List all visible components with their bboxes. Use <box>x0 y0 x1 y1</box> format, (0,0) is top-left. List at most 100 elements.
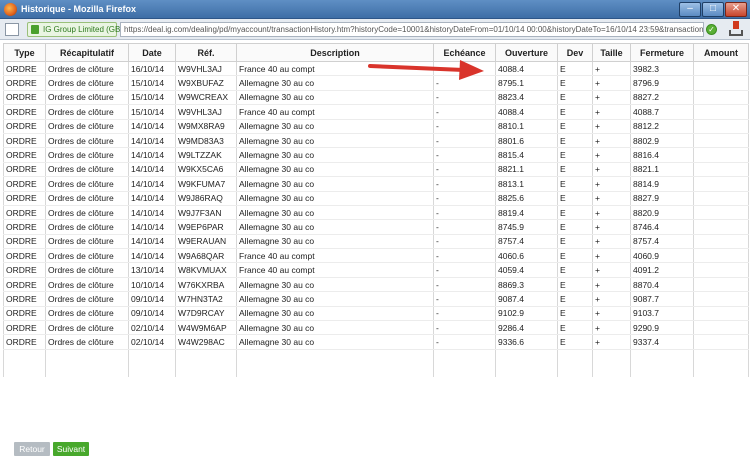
maximize-button[interactable]: □ <box>702 2 724 17</box>
cell-ouverture: 9336.6 <box>495 334 558 350</box>
cell-amount <box>693 219 749 235</box>
cell-recap: Ordres de clôture <box>45 234 129 250</box>
table-row[interactable]: ORDRE Ordres de clôture 14/10/14 W9KX5CA6 Al… <box>3 162 749 178</box>
table-row[interactable]: ORDRE Ordres de clôture 09/10/14 W7HN3TA2 Al… <box>3 291 749 307</box>
table-row[interactable]: ORDRE Ordres de clôture 14/10/14 W9MD83A3 Al… <box>3 133 749 149</box>
column-header-dev[interactable]: Dev <box>557 43 593 62</box>
cell-taille: + <box>592 119 631 134</box>
table-row[interactable]: ORDRE Ordres de clôture 13/10/14 W8KVMUAX Fr… <box>3 262 749 278</box>
window-titlebar: Historique - Mozilla Firefox – □ ✕ <box>0 0 750 19</box>
cell-taille: + <box>592 90 631 106</box>
column-header-taille[interactable]: Taille <box>592 43 631 62</box>
table-row[interactable]: ORDRE Ordres de clôture 14/10/14 W9LTZZAK Al… <box>3 147 749 163</box>
cell-amount <box>693 133 749 149</box>
close-button[interactable]: ✕ <box>725 2 747 17</box>
cell-amount <box>693 104 749 120</box>
column-header-type[interactable]: Type <box>3 43 46 62</box>
column-header-fermeture[interactable]: Fermeture <box>630 43 694 62</box>
cell-ouverture: 4088.4 <box>495 104 558 120</box>
table-row[interactable]: ORDRE Ordres de clôture 15/10/14 W9WCREAX Al… <box>3 90 749 106</box>
cell-recap: Ordres de clôture <box>45 147 129 163</box>
cell-date: 15/10/14 <box>128 75 176 91</box>
cell-dev: E <box>557 306 593 322</box>
next-button[interactable]: Suivant <box>53 442 89 456</box>
table-row[interactable]: ORDRE Ordres de clôture 14/10/14 W9J7F3AN Al… <box>3 205 749 221</box>
cell-recap: Ordres de clôture <box>45 291 129 307</box>
cell-ref: W9LTZZAK <box>175 147 237 163</box>
table-row[interactable]: ORDRE Ordres de clôture 14/10/14 W9A68QAR Fr… <box>3 248 749 264</box>
cell-ref: W9J86RAQ <box>175 191 237 206</box>
cell-type: ORDRE <box>3 306 46 322</box>
cell-dev: E <box>557 334 593 350</box>
empty-cell <box>693 349 749 364</box>
cell-dev: E <box>557 176 593 192</box>
cell-ouverture: 4060.6 <box>495 248 558 264</box>
cell-dev: E <box>557 277 593 293</box>
cell-amount <box>693 262 749 278</box>
table-body: ORDRE Ordres de clôture 16/10/14 W9VHL3AJ Fr… <box>3 61 749 378</box>
table-row[interactable]: ORDRE Ordres de clôture 02/10/14 W4W9M6AP Al… <box>3 320 749 336</box>
cell-fermeture: 9103.7 <box>630 306 694 322</box>
table-row[interactable]: ORDRE Ordres de clôture 14/10/14 W9EP6PAR Al… <box>3 219 749 235</box>
cell-ref: W9KX5CA6 <box>175 162 237 178</box>
cell-ouverture: 8819.4 <box>495 205 558 221</box>
cell-description: Allemagne 30 au co <box>236 219 434 235</box>
empty-cell <box>3 363 46 378</box>
cell-amount <box>693 90 749 106</box>
transaction-history-table: Type Récapitulatif Date Réf. Description… <box>3 43 749 378</box>
column-header-date[interactable]: Date <box>128 43 176 62</box>
cell-date: 14/10/14 <box>128 133 176 149</box>
page-icon[interactable] <box>5 23 19 36</box>
table-row[interactable]: ORDRE Ordres de clôture 14/10/14 W9MX8RA9 Al… <box>3 119 749 134</box>
cell-description: Allemagne 30 au co <box>236 334 434 350</box>
cell-echeance: - <box>433 205 496 221</box>
url-field[interactable]: https://deal.ig.com/dealing/pd/myaccount… <box>120 22 704 37</box>
check-icon[interactable]: ✓ <box>706 24 717 35</box>
cell-amount <box>693 277 749 293</box>
cell-taille: + <box>592 320 631 336</box>
cell-echeance: - <box>433 162 496 178</box>
cell-dev: E <box>557 61 593 77</box>
site-identity-button[interactable]: IG Group Limited (GB) <box>27 22 123 37</box>
cell-date: 14/10/14 <box>128 248 176 264</box>
cell-recap: Ordres de clôture <box>45 61 129 77</box>
table-row[interactable]: ORDRE Ordres de clôture 14/10/14 W9ERAUAN Al… <box>3 234 749 250</box>
address-bar: IG Group Limited (GB) https://deal.ig.co… <box>0 19 750 40</box>
cell-amount <box>693 191 749 206</box>
cell-taille: + <box>592 248 631 264</box>
cell-taille: + <box>592 234 631 250</box>
column-header-ref[interactable]: Réf. <box>175 43 237 62</box>
cell-ref: W9EP6PAR <box>175 219 237 235</box>
cell-type: ORDRE <box>3 334 46 350</box>
cell-dev: E <box>557 205 593 221</box>
cell-recap: Ordres de clôture <box>45 75 129 91</box>
table-row[interactable]: ORDRE Ordres de clôture 14/10/14 W9J86RAQ Al… <box>3 191 749 206</box>
cell-taille: + <box>592 191 631 206</box>
empty-cell <box>45 349 129 364</box>
cell-ouverture: 8795.1 <box>495 75 558 91</box>
cell-description: France 40 au compt <box>236 248 434 264</box>
cell-echeance: - <box>433 191 496 206</box>
cell-type: ORDRE <box>3 162 46 178</box>
column-header-ouverture[interactable]: Ouverture <box>495 43 558 62</box>
cell-description: Allemagne 30 au co <box>236 191 434 206</box>
cell-type: ORDRE <box>3 75 46 91</box>
column-header-amount[interactable]: Amount <box>693 43 749 62</box>
column-header-recap[interactable]: Récapitulatif <box>45 43 129 62</box>
cell-taille: + <box>592 205 631 221</box>
table-row[interactable]: ORDRE Ordres de clôture 02/10/14 W4W298AC Al… <box>3 334 749 350</box>
cell-dev: E <box>557 162 593 178</box>
cell-dev: E <box>557 262 593 278</box>
prev-button[interactable]: Retour <box>14 442 50 456</box>
table-row[interactable]: ORDRE Ordres de clôture 14/10/14 W9KFUMA7 Al… <box>3 176 749 192</box>
table-row[interactable]: ORDRE Ordres de clôture 15/10/14 W9VHL3AJ Fr… <box>3 104 749 120</box>
minimize-button[interactable]: – <box>679 2 701 17</box>
cell-type: ORDRE <box>3 291 46 307</box>
cell-description: Allemagne 30 au co <box>236 176 434 192</box>
table-row[interactable]: ORDRE Ordres de clôture 09/10/14 W7D9RCAY Al… <box>3 306 749 322</box>
cell-description: Allemagne 30 au co <box>236 162 434 178</box>
cell-type: ORDRE <box>3 234 46 250</box>
cell-dev: E <box>557 90 593 106</box>
table-row[interactable]: ORDRE Ordres de clôture 10/10/14 W76KXRBA Al… <box>3 277 749 293</box>
export-icon[interactable] <box>728 21 744 37</box>
